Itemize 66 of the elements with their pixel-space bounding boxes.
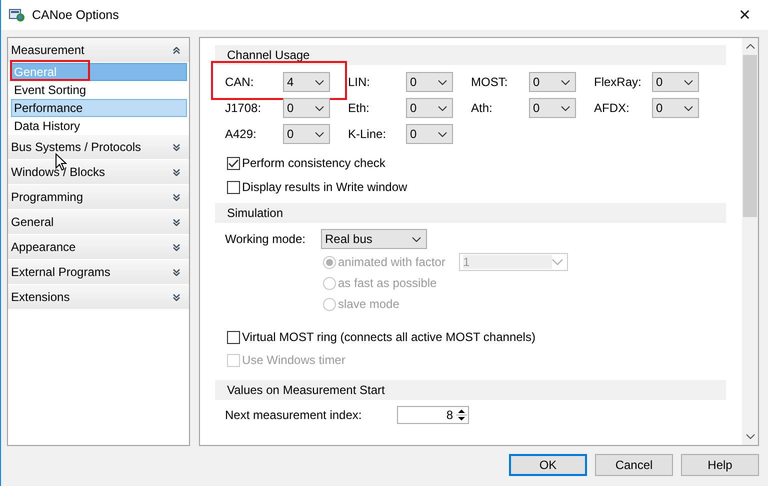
dialog-button[interactable]: Cancel	[595, 454, 673, 476]
expand-icon	[173, 294, 180, 300]
channel-dropdown[interactable]: 0	[283, 98, 330, 118]
sidebar-section-header[interactable]: Programming	[8, 185, 189, 210]
expand-icon	[173, 268, 180, 276]
section-header: Values on Measurement Start	[215, 380, 726, 400]
channel-dropdown[interactable]: 0	[406, 72, 453, 92]
window-title: CANoe Options	[32, 8, 120, 22]
checkbox-label: Display results in Write window	[242, 180, 408, 194]
dialog-button[interactable]: Help	[681, 454, 759, 476]
channel-label: FlexRay:	[594, 75, 642, 89]
checkbox-label: Perform consistency check	[242, 156, 386, 170]
checkbox[interactable]	[227, 330, 240, 344]
sidebar-section-header[interactable]: General	[8, 210, 189, 235]
channel-dropdown[interactable]: 0	[529, 98, 576, 118]
working-mode-dropdown[interactable]: Real bus	[321, 229, 427, 249]
channel-label: CAN:	[225, 75, 255, 89]
channel-label: A429:	[225, 127, 258, 141]
channel-label: Ath:	[471, 101, 494, 115]
expand-icon	[173, 218, 180, 226]
sidebar-section-header[interactable]: Appearance	[8, 235, 189, 260]
checkbox-label: Virtual MOST ring (connects all active MOST channels)	[242, 330, 536, 344]
field-label: Next measurement index:	[225, 408, 363, 422]
checkbox[interactable]	[227, 156, 240, 170]
sidebar-section-header[interactable]: Extensions	[8, 285, 189, 310]
app-icon	[9, 8, 25, 22]
section-header: Channel Usage	[215, 45, 726, 65]
channel-label: AFDX:	[594, 101, 630, 115]
channel-dropdown[interactable]: 0	[529, 72, 576, 92]
collapse-icon	[173, 46, 180, 54]
channel-dropdown[interactable]: 0	[283, 124, 330, 144]
sidebar-item[interactable]: Event Sorting	[11, 81, 187, 99]
expand-icon	[173, 194, 180, 200]
sidebar-section-header[interactable]: Measurement	[8, 38, 189, 63]
sidebar-section-header[interactable]: Bus Systems / Protocols	[8, 135, 189, 160]
radio-label: animated with factor	[338, 255, 446, 269]
channel-dropdown[interactable]: 4	[283, 72, 330, 92]
channel-label: J1708:	[225, 101, 262, 115]
checkbox-label: Use Windows timer	[242, 353, 346, 367]
close-button[interactable]: ✕	[722, 0, 768, 30]
channel-label: Eth:	[348, 101, 370, 115]
channel-dropdown[interactable]: 0	[406, 98, 453, 118]
radio-label: as fast as possible	[338, 276, 438, 290]
sidebar-section-header[interactable]: Windows / Blocks	[8, 160, 189, 185]
channel-dropdown[interactable]: 0	[406, 124, 453, 144]
dialog-button[interactable]: OK	[509, 454, 587, 476]
checkbox[interactable]	[227, 180, 240, 194]
channel-dropdown[interactable]: 0	[652, 98, 699, 118]
channel-label: K-Line:	[348, 127, 388, 141]
channel-label: LIN:	[348, 75, 372, 89]
sidebar-item[interactable]: Performance	[11, 99, 187, 117]
expand-icon	[173, 144, 180, 150]
channel-label: MOST:	[471, 75, 509, 89]
index-spinbox[interactable]: 8	[397, 406, 469, 424]
scroll-down-icon	[746, 434, 754, 439]
field-label: Working mode:	[225, 232, 306, 246]
expand-icon	[173, 244, 180, 250]
radio-label: slave mode	[338, 297, 400, 311]
channel-dropdown[interactable]: 0	[652, 72, 699, 92]
scroll-up-icon	[746, 44, 754, 49]
sidebar-section-header[interactable]: External Programs	[8, 260, 189, 285]
expand-icon	[173, 168, 180, 176]
scrollbar[interactable]	[741, 38, 758, 445]
spin-arrows-icon	[456, 408, 467, 422]
sidebar-item[interactable]: Data History	[11, 117, 187, 135]
section-header: Simulation	[215, 203, 726, 223]
